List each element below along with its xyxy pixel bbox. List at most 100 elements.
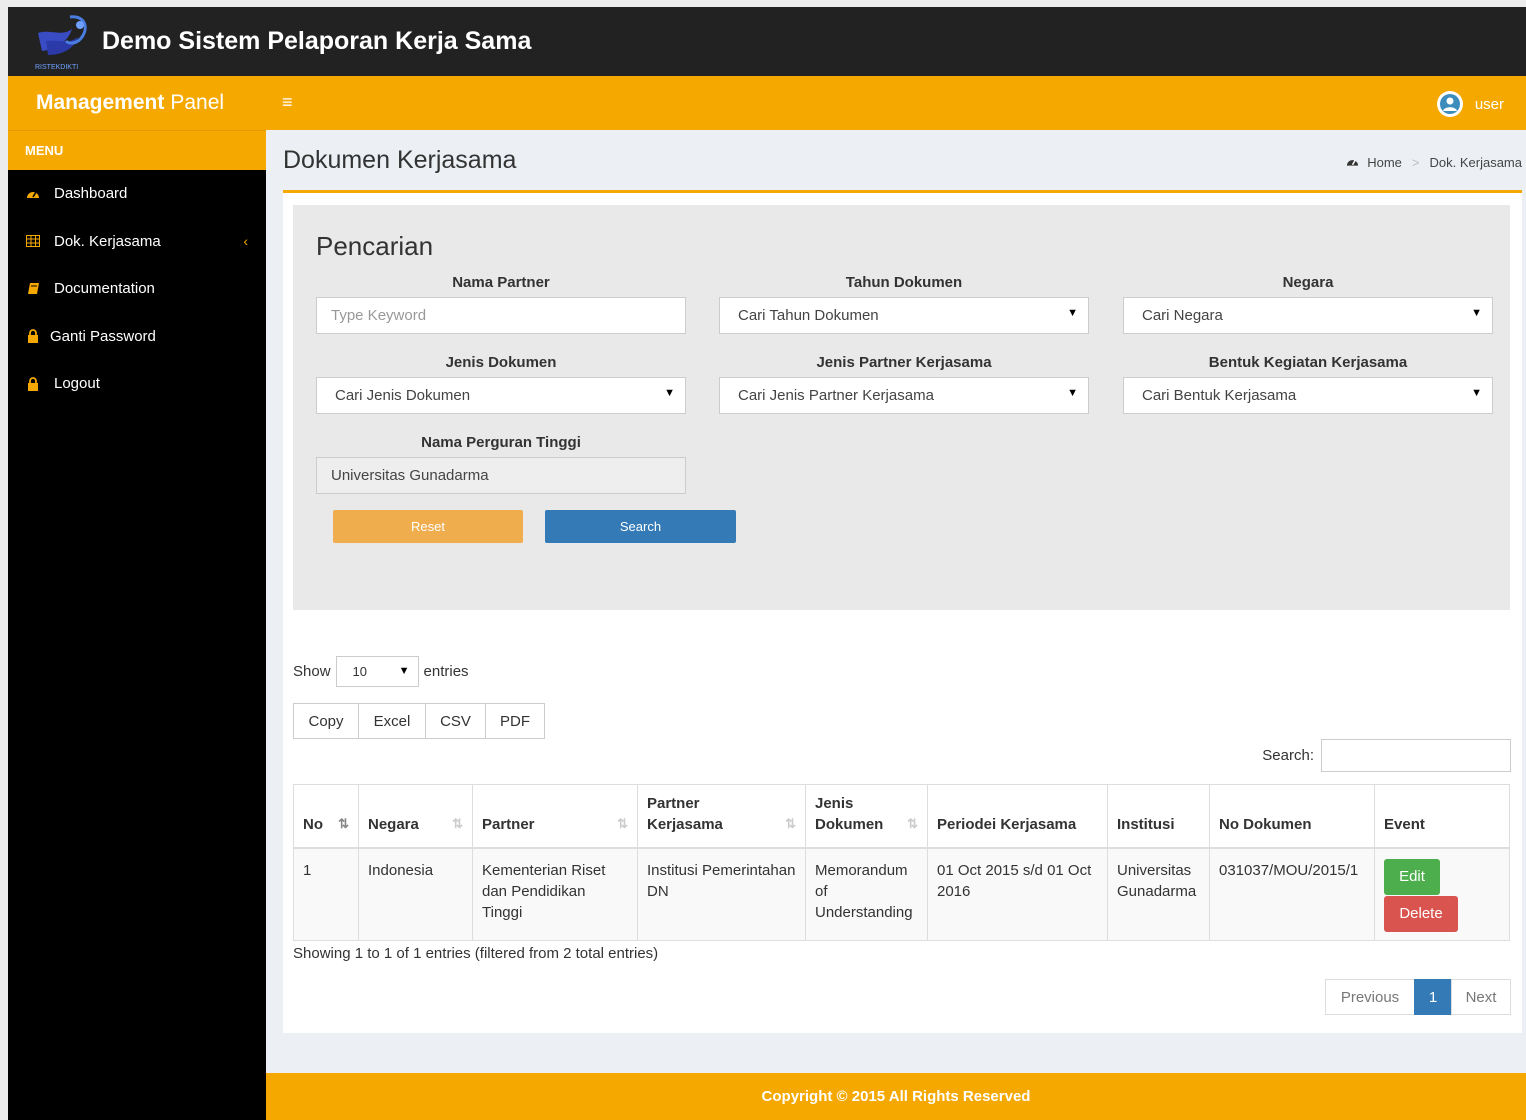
- sidebar-item-label: Ganti Password: [50, 327, 156, 345]
- table-info: Showing 1 to 1 of 1 entries (filtered fr…: [293, 945, 659, 962]
- dropdown-arrow-icon: ▼: [1471, 387, 1482, 399]
- search-button[interactable]: Search: [545, 510, 736, 543]
- documents-table: No ⇅ Negara ⇅ Partner ⇅ Partner Kerjasama ⇅ …: [293, 784, 1510, 941]
- sort-asc-icon: ⇅: [338, 815, 349, 831]
- user-menu[interactable]: user: [1436, 91, 1504, 117]
- column-header-negara[interactable]: Negara ⇅: [358, 784, 473, 849]
- dropdown-arrow-icon: ▼: [1067, 387, 1078, 399]
- jenis-dokumen-label: Jenis Dokumen: [445, 354, 557, 371]
- jenis-partner-label: Jenis Partner Kerjasama: [816, 354, 992, 371]
- table-search: Search:: [1262, 739, 1511, 772]
- dropdown-arrow-icon: ▼: [1471, 307, 1482, 319]
- csv-button[interactable]: CSV: [425, 703, 486, 739]
- main-content: Dokumen Kerjasama Home > Dok. Kerjasama …: [266, 130, 1526, 1073]
- column-header-periode: Periodei Kerjasama: [927, 784, 1108, 849]
- footer: Copyright © 2015 All Rights Reserved: [266, 1073, 1526, 1120]
- sidebar-item-label: Dashboard: [54, 185, 128, 203]
- dashboard-icon: [26, 187, 40, 201]
- entries-select[interactable]: 10 ▼: [335, 656, 419, 687]
- sidebar-item-dok-kerjasama[interactable]: Dok. Kerjasama ‹: [8, 218, 266, 266]
- brand-bold: Management: [36, 91, 165, 114]
- column-header-no[interactable]: No ⇅: [293, 784, 359, 849]
- sidebar: Management Panel MENU Dashboard Dok. Ker…: [8, 76, 266, 1120]
- dropdown-arrow-icon: ▼: [398, 665, 410, 677]
- navbar: ≡ user: [266, 76, 1526, 130]
- logo-text: RISTEKDIKTI: [35, 64, 78, 71]
- jenis-dokumen-value: Cari Jenis Dokumen: [335, 387, 471, 404]
- sidebar-item-documentation[interactable]: Documentation: [8, 265, 266, 313]
- cell-no-dokumen: 031037/MOU/2015/1: [1209, 847, 1375, 941]
- brand[interactable]: Management Panel: [8, 76, 266, 130]
- column-header-partner-kerjasama[interactable]: Partner Kerjasama ⇅: [637, 784, 806, 849]
- cell-negara: Indonesia: [358, 847, 473, 941]
- entries-length-control: Show 10 ▼ entries: [293, 656, 469, 687]
- content-box: Pencarian Nama Partner Type Keyword Tahu…: [283, 193, 1522, 1033]
- lock-icon: [26, 329, 40, 344]
- negara-label: Negara: [1282, 274, 1334, 291]
- show-label: Show: [293, 663, 331, 680]
- delete-button[interactable]: Delete: [1384, 895, 1458, 932]
- jenis-partner-select[interactable]: Cari Jenis Partner Kerjasama ▼: [719, 377, 1089, 414]
- column-header-jenis-dokumen[interactable]: Jenis Dokumen ⇅: [805, 784, 928, 849]
- sort-icon: ⇅: [785, 815, 796, 831]
- user-name: user: [1474, 95, 1504, 113]
- lock-icon: [26, 376, 40, 391]
- pagination: Previous 1 Next: [1325, 979, 1511, 1015]
- pagination-next[interactable]: Next: [1451, 979, 1511, 1015]
- jenis-dokumen-select[interactable]: Cari Jenis Dokumen ▼: [316, 377, 686, 414]
- nama-partner-input[interactable]: Type Keyword: [316, 297, 686, 334]
- pdf-button[interactable]: PDF: [485, 703, 545, 739]
- logo-icon: RISTEKDIKTI: [35, 14, 87, 71]
- sidebar-item-logout[interactable]: Logout: [8, 360, 266, 408]
- entries-label: entries: [423, 663, 469, 680]
- excel-button[interactable]: Excel: [358, 703, 426, 739]
- export-buttons: Copy Excel CSV PDF: [293, 703, 545, 739]
- nama-partner-label: Nama Partner: [452, 274, 550, 291]
- sidebar-item-label: Logout: [54, 375, 100, 393]
- sort-icon: ⇅: [452, 815, 463, 831]
- bentuk-kegiatan-value: Cari Bentuk Kerjasama: [1142, 387, 1297, 404]
- breadcrumb-home[interactable]: Home: [1367, 155, 1402, 170]
- page-margin-top: [0, 0, 1526, 7]
- jenis-partner-value: Cari Jenis Partner Kerjasama: [738, 387, 934, 404]
- page-title: Dokumen Kerjasama: [283, 146, 517, 174]
- pagination-previous[interactable]: Previous: [1325, 979, 1415, 1015]
- column-header-no-dokumen: No Dokumen: [1209, 784, 1375, 849]
- bentuk-kegiatan-label: Bentuk Kegiatan Kerjasama: [1208, 354, 1408, 371]
- sidebar-item-ganti-password[interactable]: Ganti Password: [8, 313, 266, 361]
- sort-icon: ⇅: [617, 815, 628, 831]
- user-avatar-icon: [1436, 91, 1463, 117]
- edit-button[interactable]: Edit: [1384, 858, 1440, 895]
- tahun-dokumen-label: Tahun Dokumen: [845, 274, 963, 291]
- column-header-partner[interactable]: Partner ⇅: [472, 784, 638, 849]
- brand-rest: Panel: [170, 91, 225, 114]
- table-icon: [26, 234, 40, 248]
- perguruan-tinggi-label: Nama Perguran Tinggi: [421, 434, 581, 451]
- negara-select[interactable]: Cari Negara ▼: [1123, 297, 1493, 334]
- chevron-left-icon: ‹: [243, 233, 248, 250]
- table-row: 1 Indonesia Kementerian Riset dan Pendid…: [293, 847, 1510, 941]
- bentuk-kegiatan-select[interactable]: Cari Bentuk Kerjasama ▼: [1123, 377, 1493, 414]
- table-search-input[interactable]: [1321, 739, 1511, 772]
- tahun-dokumen-select[interactable]: Cari Tahun Dokumen ▼: [719, 297, 1089, 334]
- search-panel: Pencarian Nama Partner Type Keyword Tahu…: [293, 205, 1510, 610]
- cell-event: Edit Delete: [1374, 847, 1510, 941]
- sidebar-item-dashboard[interactable]: Dashboard: [8, 170, 266, 218]
- copy-button[interactable]: Copy: [293, 703, 359, 739]
- book-icon: [26, 282, 40, 296]
- pagination-page-1[interactable]: 1: [1414, 979, 1452, 1015]
- breadcrumb-current: Dok. Kerjasama: [1429, 155, 1522, 170]
- negara-value: Cari Negara: [1142, 307, 1223, 324]
- entries-value: 10: [352, 664, 367, 679]
- reset-button[interactable]: Reset: [333, 510, 523, 543]
- cell-institusi: Universitas Gunadarma: [1107, 847, 1210, 941]
- ristekdikti-logo[interactable]: RISTEKDIKTI: [32, 11, 94, 73]
- breadcrumb-separator: >: [1411, 155, 1420, 170]
- table-header-row: No ⇅ Negara ⇅ Partner ⇅ Partner Kerjasama ⇅ …: [293, 784, 1510, 849]
- hamburger-menu-icon[interactable]: ≡: [282, 92, 296, 112]
- search-heading: Pencarian: [316, 231, 434, 261]
- app-title: Demo Sistem Pelaporan Kerja Sama: [102, 27, 532, 55]
- breadcrumb: Home > Dok. Kerjasama: [1346, 155, 1522, 170]
- perguruan-tinggi-field: Universitas Gunadarma: [316, 457, 686, 494]
- sidebar-item-label: Documentation: [54, 280, 155, 298]
